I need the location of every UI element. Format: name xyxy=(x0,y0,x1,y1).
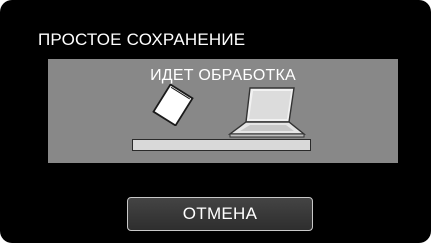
memory-card-icon xyxy=(152,84,194,126)
easy-save-screen: ПРОСТОЕ СОХРАНЕНИЕ ИДЕТ ОБРАБОТКА ОТМЕНА xyxy=(0,0,431,243)
status-panel: ИДЕТ ОБРАБОТКА xyxy=(48,59,398,163)
laptop-icon xyxy=(228,87,306,138)
cancel-button[interactable]: ОТМЕНА xyxy=(127,197,313,231)
progress-bar xyxy=(132,139,311,151)
screen-title: ПРОСТОЕ СОХРАНЕНИЕ xyxy=(38,30,246,49)
status-label: ИДЕТ ОБРАБОТКА xyxy=(150,67,296,84)
